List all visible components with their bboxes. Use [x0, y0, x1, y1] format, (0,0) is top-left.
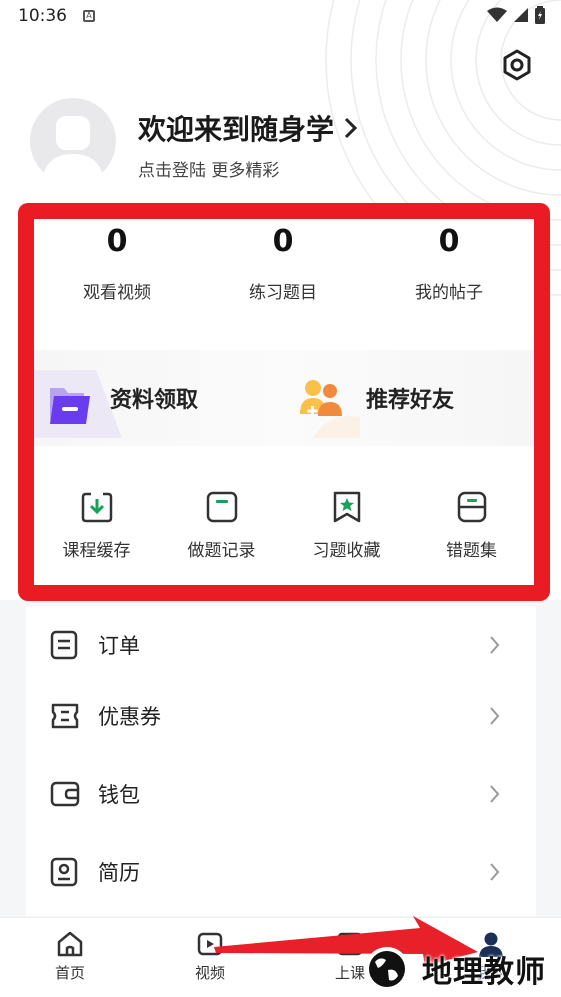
- chevron-right-icon: [490, 636, 500, 654]
- chevron-right-icon: [490, 785, 500, 803]
- tool-exercise-favorites[interactable]: 习题收藏: [284, 464, 409, 584]
- tab-label: 视频: [194, 964, 225, 982]
- settings-hexagon-icon: [503, 49, 531, 81]
- tool-wrong-answers[interactable]: 错题集: [409, 464, 534, 584]
- globe-logo-icon: [365, 947, 409, 991]
- wifi-icon: [487, 7, 507, 22]
- tab-video[interactable]: 视频: [175, 930, 245, 983]
- tool-label: 错题集: [446, 541, 497, 561]
- feature-label: 资料领取: [110, 388, 199, 413]
- feature-materials[interactable]: 资料领取: [34, 350, 284, 446]
- menu-label: 钱包: [98, 783, 140, 807]
- welcome-title: 欢迎来到随身学: [138, 113, 335, 146]
- status-icons: [487, 6, 545, 24]
- tool-practice-record[interactable]: 做题记录: [159, 464, 284, 584]
- home-icon: [57, 931, 83, 957]
- menu-label: 优惠券: [98, 705, 161, 729]
- wrong-set-icon: [457, 491, 486, 523]
- menu-item-wallet[interactable]: 钱包: [26, 769, 536, 819]
- tab-label: 首页: [54, 964, 85, 982]
- tab-home[interactable]: 首页: [35, 930, 105, 983]
- tools-row: 课程缓存 做题记录 习题收藏 错题集: [34, 464, 534, 584]
- default-avatar-icon: [42, 116, 104, 184]
- feature-invite[interactable]: 推荐好友: [284, 350, 534, 446]
- tool-label: 习题收藏: [312, 541, 381, 561]
- login-subtitle[interactable]: 点击登陆 更多精彩: [138, 156, 279, 181]
- status-bar: 10:36 A: [0, 0, 561, 32]
- signal-icon: [514, 8, 528, 22]
- record-icon: [206, 491, 237, 523]
- watermark-text: 地理教师: [422, 955, 546, 990]
- status-time: 10:36: [18, 6, 67, 26]
- menu-item-resume[interactable]: 简历: [26, 847, 536, 897]
- battery-icon: [535, 6, 545, 24]
- login-prompt[interactable]: 欢迎来到随身学: [138, 108, 358, 148]
- menu-list: 订单 优惠券 钱包 简历: [26, 606, 536, 916]
- feature-label: 推荐好友: [366, 388, 455, 413]
- stat-exercises[interactable]: 0 练习题目: [200, 222, 366, 303]
- stat-value: 0: [106, 224, 128, 259]
- coupon-icon: [51, 703, 79, 729]
- settings-button[interactable]: [498, 46, 536, 84]
- resume-icon: [50, 857, 78, 887]
- tool-label: 做题记录: [187, 541, 256, 561]
- wallet-icon: [50, 781, 80, 807]
- menu-item-orders[interactable]: 订单: [26, 620, 536, 670]
- stat-posts[interactable]: 0 我的帖子: [366, 222, 532, 303]
- chevron-right-icon: [490, 863, 500, 881]
- stat-label: 我的帖子: [415, 283, 483, 303]
- video-icon: [197, 932, 223, 956]
- download-icon: [81, 492, 112, 523]
- add-friends-icon: [300, 380, 360, 438]
- tool-course-cache[interactable]: 课程缓存: [34, 464, 159, 584]
- stat-label: 练习题目: [249, 283, 317, 303]
- avatar[interactable]: [30, 98, 116, 184]
- menu-label: 简历: [98, 861, 140, 885]
- stat-value: 0: [438, 224, 460, 259]
- feature-band: 资料领取 推荐好友: [34, 350, 534, 446]
- watermark: 地理教师: [358, 942, 546, 996]
- order-icon: [50, 630, 78, 660]
- stat-value: 0: [272, 224, 294, 259]
- menu-item-coupons[interactable]: 优惠券: [26, 691, 536, 741]
- stats-row: 0 观看视频 0 练习题目 0 我的帖子: [34, 222, 534, 303]
- menu-label: 订单: [98, 634, 140, 658]
- notification-icon: A: [83, 10, 95, 22]
- chevron-right-icon: [490, 707, 500, 725]
- chevron-right-icon: [344, 117, 358, 139]
- stat-videos[interactable]: 0 观看视频: [34, 222, 200, 303]
- tool-label: 课程缓存: [62, 541, 131, 561]
- stat-label: 观看视频: [83, 283, 151, 303]
- star-bookmark-icon: [333, 491, 360, 523]
